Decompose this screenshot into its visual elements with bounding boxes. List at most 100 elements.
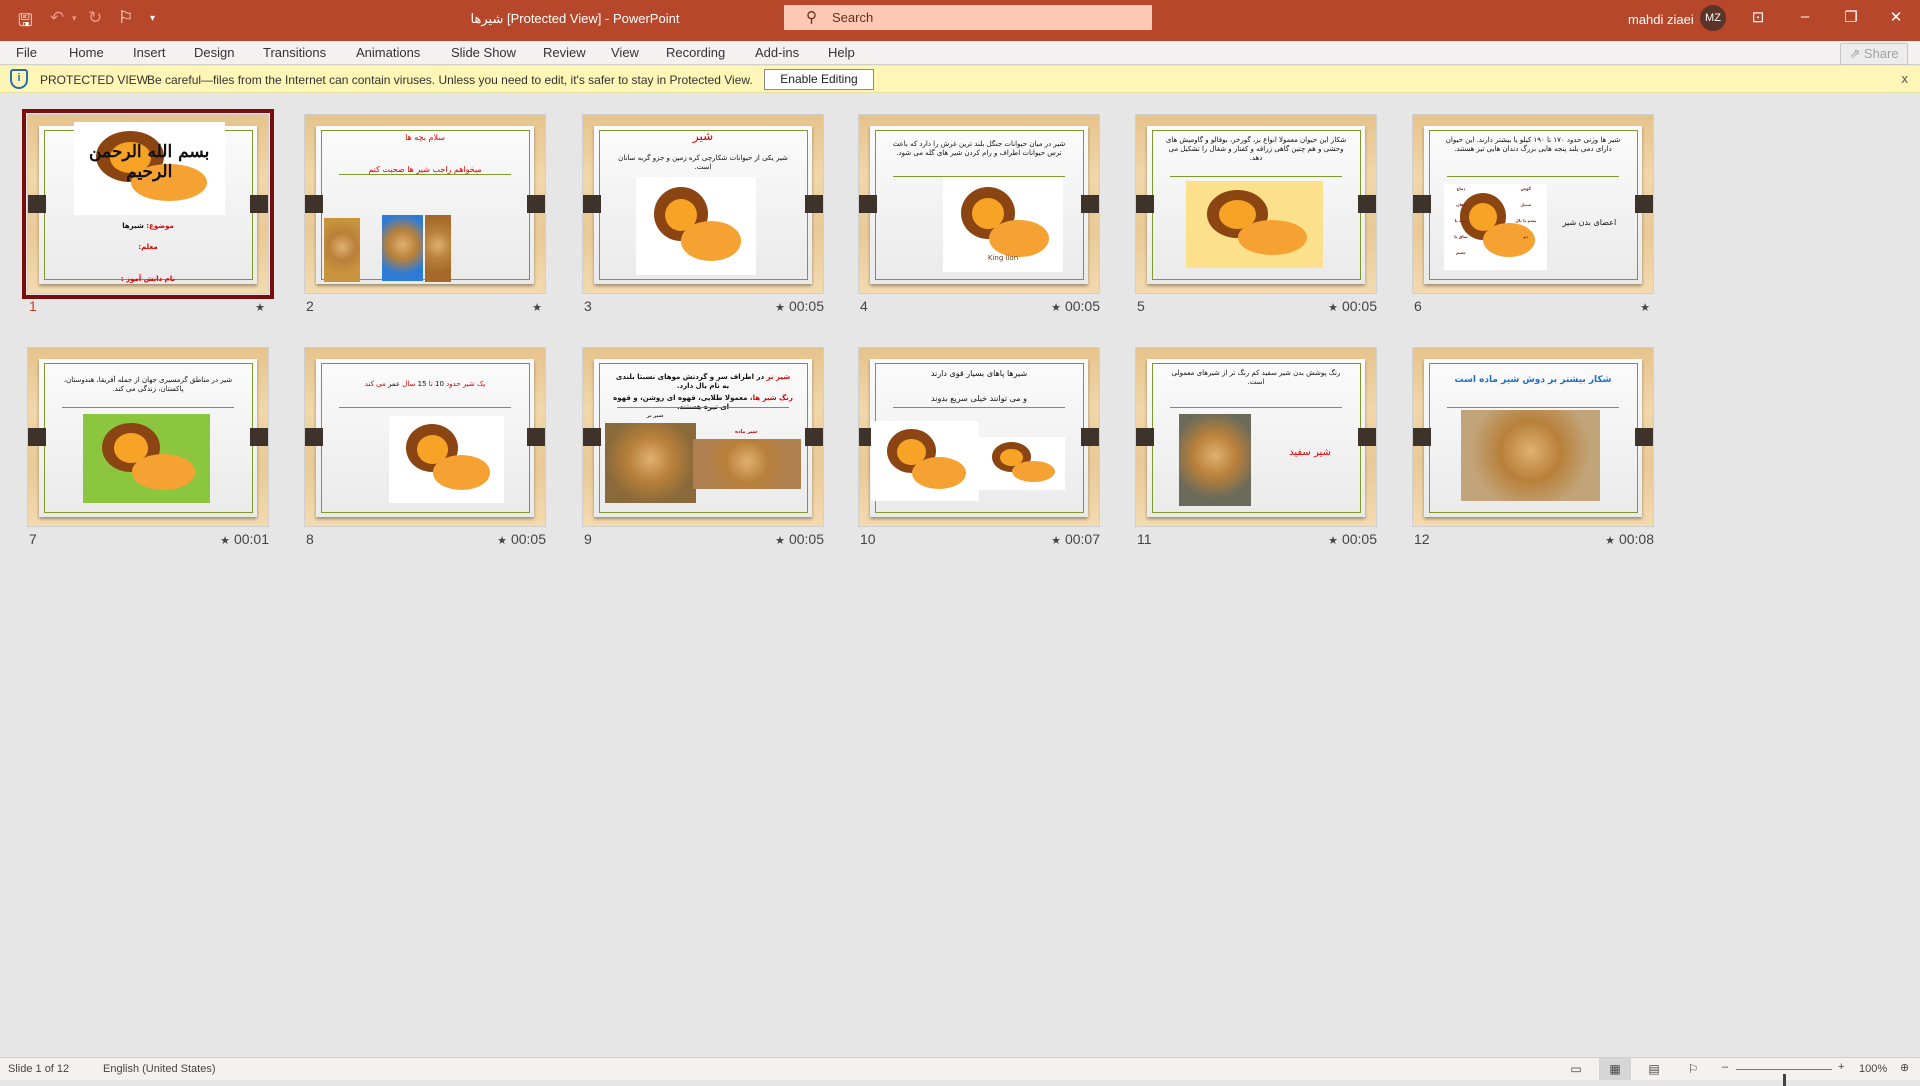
slide-thumbnail-3[interactable]: شیر شیر یکی از حیوانات شکارچی کره زمین و … bbox=[582, 114, 824, 294]
slide-tab-left bbox=[859, 195, 878, 213]
slide-tab-right bbox=[1357, 195, 1376, 213]
slide-timing: ★ 00:05 bbox=[704, 298, 824, 314]
title-bar: 🖫 ↶ ▾ ↻ ⚐ ▾ شیرها [Protected View] - Pow… bbox=[0, 0, 1920, 41]
search-box[interactable]: ⚲ Search bbox=[784, 5, 1152, 30]
text-segment: رنگ پوشش بدن شیر سفید کم رنگ تر از شیرها… bbox=[1171, 369, 1341, 387]
text-segment: تا bbox=[426, 380, 436, 389]
slide-text-line: شکار بیشتر بر دوش شیر ماده است bbox=[1442, 376, 1624, 385]
close-icon[interactable]: ✕ bbox=[1886, 8, 1906, 26]
slide-text-line: شیر نر در اطراف سر و گردنش موهای نسبتا ب… bbox=[612, 373, 794, 391]
slide-timing: ★ 00:08 bbox=[1534, 531, 1654, 547]
share-button[interactable]: ⇗ Share bbox=[1840, 43, 1908, 65]
transition-star-icon[interactable]: ★ bbox=[1328, 535, 1338, 547]
enable-editing-button[interactable]: Enable Editing bbox=[764, 69, 874, 90]
slide-tab-right bbox=[526, 428, 545, 446]
slide-sorter-icon[interactable]: ▦ bbox=[1599, 1058, 1631, 1080]
slide-thumbnail-9[interactable]: شیر نر در اطراف سر و گردنش موهای نسبتا ب… bbox=[582, 347, 824, 527]
tab-design[interactable]: Design bbox=[194, 45, 234, 60]
lion-tree-image bbox=[83, 413, 211, 503]
slide-text-line: رنگ شیر ها، معمولا طلایی، قهوه ای روشن، … bbox=[612, 394, 794, 412]
text-segment: شیر در میان حیوانات جنگل بلند ترین غرش ر… bbox=[892, 139, 1066, 157]
tab-add-ins[interactable]: Add-ins bbox=[755, 45, 799, 60]
text-segment: 10 bbox=[435, 380, 444, 389]
tab-home[interactable]: Home bbox=[69, 45, 104, 60]
tab-transitions[interactable]: Transitions bbox=[263, 45, 326, 60]
close-bar-icon[interactable]: x bbox=[1902, 71, 1909, 86]
transition-star-icon[interactable]: ★ bbox=[220, 535, 230, 547]
reading-view-icon[interactable]: ▤ bbox=[1638, 1058, 1670, 1080]
transition-star-icon[interactable]: ★ bbox=[775, 535, 785, 547]
tab-file[interactable]: File bbox=[16, 45, 37, 60]
restore-icon[interactable]: ❐ bbox=[1841, 8, 1861, 26]
text-segment: در اطراف سر و گردنش موهای نسبتا بلندی به… bbox=[615, 372, 765, 390]
zoom-slider-thumb[interactable] bbox=[1783, 1074, 1786, 1086]
slide-thumbnail-11[interactable]: رنگ پوشش بدن شیر سفید کم رنگ تر از شیرها… bbox=[1135, 347, 1377, 527]
tab-slide-show[interactable]: Slide Show bbox=[451, 45, 516, 60]
tab-view[interactable]: View bbox=[611, 45, 639, 60]
tab-recording[interactable]: Recording bbox=[666, 45, 725, 60]
slide-divider bbox=[61, 406, 235, 408]
body-part-label: سبیل bbox=[1520, 202, 1532, 208]
slide-sorter: بسم الله الرحمن الرحیم موضوع: شیرها معلم: ن… bbox=[0, 94, 1920, 1056]
slide-timing: ★ 00:05 bbox=[704, 531, 824, 547]
slide-tab-right bbox=[1357, 428, 1376, 446]
timing-value: 00:05 bbox=[788, 531, 824, 547]
slide-thumbnail-12[interactable]: شکار بیشتر بر دوش شیر ماده است bbox=[1412, 347, 1654, 527]
slide-thumbnail-6[interactable]: شیر ها وزنی حدود ۱۷۰ تا ۱۹۰ کیلو یا بیشت… bbox=[1412, 114, 1654, 294]
language[interactable]: English (United States) bbox=[103, 1063, 216, 1075]
body-part-label: گوش bbox=[1520, 186, 1531, 192]
slide-tab-left bbox=[583, 428, 602, 446]
tab-review[interactable]: Review bbox=[543, 45, 586, 60]
transition-star-icon[interactable]: ★ bbox=[1640, 302, 1650, 314]
tab-help[interactable]: Help bbox=[828, 45, 855, 60]
transition-star-icon[interactable]: ★ bbox=[1328, 302, 1338, 314]
slide-divider bbox=[892, 406, 1066, 408]
transition-star-icon[interactable]: ★ bbox=[775, 302, 785, 314]
timing-value: 00:07 bbox=[1064, 531, 1100, 547]
normal-view-icon[interactable]: ▭ bbox=[1560, 1058, 1592, 1080]
slide-timing: ★ 00:05 bbox=[426, 531, 546, 547]
user-name[interactable]: mahdi ziaei bbox=[1628, 12, 1694, 27]
lion-body-shape bbox=[681, 221, 742, 261]
minimize-icon[interactable]: – bbox=[1795, 8, 1815, 25]
tab-insert[interactable]: Insert bbox=[133, 45, 166, 60]
ribbon-display-icon[interactable]: ⊡ bbox=[1748, 8, 1768, 26]
slide-number: 12 bbox=[1414, 531, 1430, 547]
slide-tab-right bbox=[526, 195, 545, 213]
slide-thumbnail-7[interactable]: شیر در مناطق گرمسیری جهان از جمله آفریقا… bbox=[27, 347, 269, 527]
slide-number: 4 bbox=[860, 298, 868, 314]
transition-star-icon[interactable]: ★ bbox=[532, 302, 542, 314]
slide-number: 9 bbox=[584, 531, 592, 547]
avatar[interactable]: MZ bbox=[1700, 5, 1726, 31]
tab-animations[interactable]: Animations bbox=[356, 45, 420, 60]
body-part-label: پشم یا یال bbox=[1515, 218, 1537, 224]
slide-thumbnail-1[interactable]: بسم الله الرحمن الرحیم موضوع: شیرها معلم: ن… bbox=[22, 109, 274, 299]
slide-number: 8 bbox=[306, 531, 314, 547]
transition-star-icon[interactable]: ★ bbox=[1605, 535, 1615, 547]
zoom-slider[interactable] bbox=[1736, 1069, 1832, 1086]
slideshow-icon[interactable]: ⚐ bbox=[1677, 1058, 1709, 1080]
slide-text-line: شیر در میان حیوانات جنگل بلند ترین غرش ر… bbox=[888, 140, 1070, 158]
slide-text-line: یک شیر حدود 10 تا 15 سال عمر می کند bbox=[334, 380, 516, 389]
text-segment: معمولا طلایی، قهوه ای روشن، و قهوه ای تی… bbox=[613, 394, 748, 411]
zoom-level[interactable]: 100% bbox=[1859, 1063, 1887, 1075]
slide-thumbnail-5[interactable]: شکار این حیوان معمولا انواع بز، گورخر، ب… bbox=[1135, 114, 1377, 294]
slide-thumbnail-2[interactable]: سلام بچه ها میخواهم راجب شیر ها صحبت کنم bbox=[304, 114, 546, 294]
slide-number: 2 bbox=[306, 298, 314, 314]
slide-thumbnail-4[interactable]: King lion شیر در میان حیوانات جنگل بلند ت… bbox=[858, 114, 1100, 294]
slide-thumbnail-8[interactable]: یک شیر حدود 10 تا 15 سال عمر می کند bbox=[304, 347, 546, 527]
transition-star-icon[interactable]: ★ bbox=[255, 302, 265, 314]
text-segment: یک شیر حدود bbox=[443, 380, 486, 389]
zoom-out-icon[interactable]: – bbox=[1722, 1061, 1728, 1073]
slide-thumbnail-10[interactable]: شیرها پاهای بسیار قوی دارند و می توانند خ… bbox=[858, 347, 1100, 527]
transition-star-icon[interactable]: ★ bbox=[1051, 302, 1061, 314]
slide-tab-left bbox=[583, 195, 602, 213]
transition-star-icon[interactable]: ★ bbox=[1051, 535, 1061, 547]
lion-body-shape bbox=[912, 457, 967, 490]
fit-slide-icon[interactable]: ⊕ bbox=[1900, 1061, 1909, 1074]
zoom-in-icon[interactable]: + bbox=[1838, 1061, 1844, 1073]
transition-star-icon[interactable]: ★ bbox=[497, 535, 507, 547]
lion-body-shape bbox=[1483, 222, 1535, 258]
slide-number: 7 bbox=[29, 531, 37, 547]
slide-timing: ★ 00:05 bbox=[980, 298, 1100, 314]
